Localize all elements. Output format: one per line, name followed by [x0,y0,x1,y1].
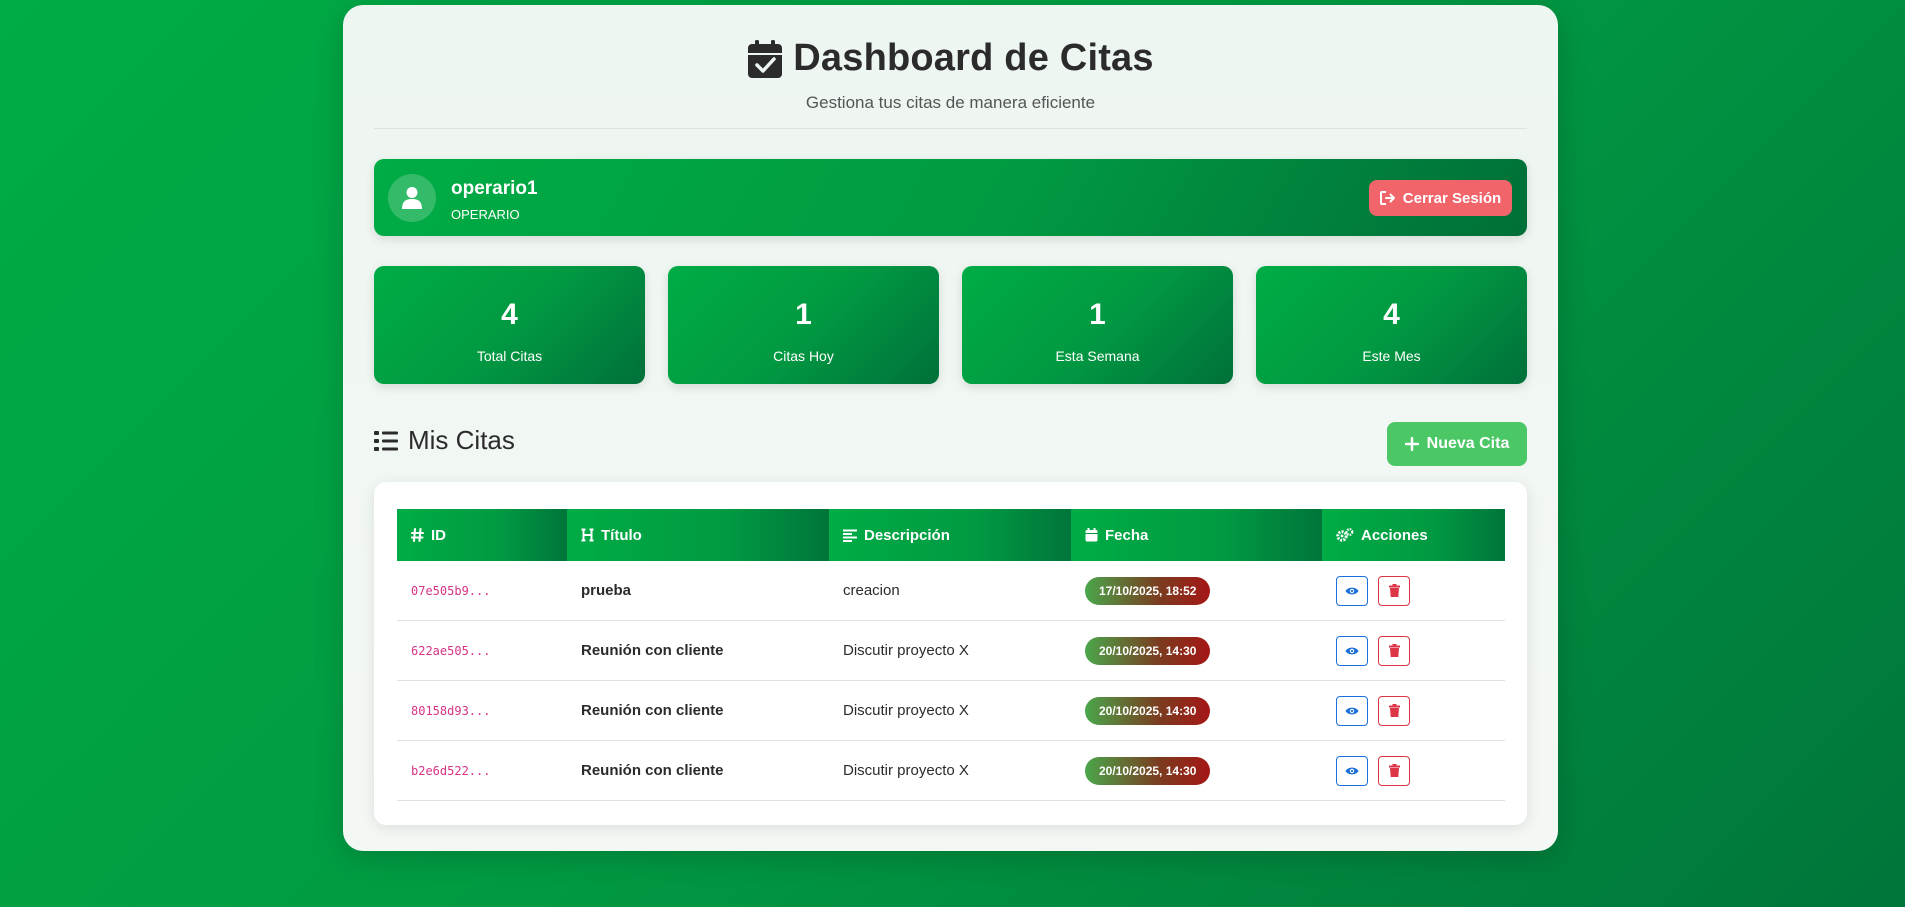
stat-total-citas: 4 Total Citas [374,266,645,384]
cita-acciones [1322,620,1505,681]
stat-label: Esta Semana [1055,348,1140,364]
user-role: OPERARIO [451,207,520,222]
cita-id: 07e505b9... [397,561,567,621]
stat-este-mes: 4 Este Mes [1256,266,1527,384]
cita-id: 80158d93... [397,680,567,741]
table-row: 80158d93... Reunión con cliente Discutir… [397,680,1505,741]
align-left-icon [843,529,857,542]
stat-value: 1 [1089,298,1106,331]
avatar [388,174,436,222]
user-icon [402,187,422,209]
trash-icon [1388,584,1400,597]
list-icon [374,430,398,451]
citas-table: ID Título Descripción Fecha Acciones 07e… [397,509,1505,801]
stat-value: 4 [501,298,518,331]
cita-descripcion: Discutir proyecto X [829,680,1071,741]
stats-row: 4 Total Citas 1 Citas Hoy 1 Esta Semana … [374,266,1527,384]
cita-id: b2e6d522... [397,740,567,801]
stat-label: Citas Hoy [773,348,834,364]
hashtag-icon [411,528,424,542]
date-badge: 17/10/2025, 18:52 [1085,576,1211,605]
new-cita-button[interactable]: Nueva Cita [1387,422,1527,466]
table-row: 622ae505... Reunión con cliente Discutir… [397,620,1505,681]
section-title-text: Mis Citas [408,425,515,455]
cita-descripcion: Discutir proyecto X [829,620,1071,681]
cita-descripcion: creacion [829,561,1071,621]
cita-acciones [1322,680,1505,741]
delete-button[interactable] [1378,755,1410,786]
column-header-id[interactable]: ID [397,509,567,561]
column-header-descripcion[interactable]: Descripción [829,509,1071,561]
user-name: operario1 [451,178,538,199]
table-row: b2e6d522... Reunión con cliente Discutir… [397,740,1505,801]
trash-icon [1388,764,1400,777]
cita-id: 622ae505... [397,620,567,681]
sign-out-icon [1379,191,1395,205]
trash-icon [1388,704,1400,717]
view-button[interactable] [1336,575,1368,606]
stat-value: 1 [795,298,812,331]
table-header-row: ID Título Descripción Fecha Acciones [397,509,1505,561]
new-cita-label: Nueva Cita [1426,435,1510,452]
plus-icon [1404,437,1419,451]
stat-esta-semana: 1 Esta Semana [962,266,1233,384]
column-header-acciones[interactable]: Acciones [1322,509,1505,561]
delete-button[interactable] [1378,635,1410,666]
date-badge: 20/10/2025, 14:30 [1085,636,1211,665]
view-button[interactable] [1336,755,1368,786]
logout-label: Cerrar Sesión [1402,189,1502,207]
trash-icon [1388,644,1400,657]
column-label: ID [431,526,446,544]
stat-label: Este Mes [1362,348,1421,364]
delete-button[interactable] [1378,575,1410,606]
title-row: Dashboard de Citas [374,37,1527,80]
stat-citas-hoy: 1 Citas Hoy [668,266,939,384]
eye-icon [1345,587,1359,594]
date-badge: 20/10/2025, 14:30 [1085,696,1211,725]
calendar-check-icon [748,39,783,78]
column-label: Acciones [1361,526,1428,544]
cita-titulo: Reunión con cliente [567,680,829,741]
cita-acciones [1322,561,1505,621]
eye-icon [1345,767,1359,774]
view-button[interactable] [1336,635,1368,666]
cita-titulo: Reunión con cliente [567,740,829,801]
column-label: Descripción [864,526,950,544]
eye-icon [1345,647,1359,654]
page-subtitle: Gestiona tus citas de manera eficiente [805,93,1096,112]
column-header-titulo[interactable]: Título [567,509,829,561]
column-label: Título [601,526,642,544]
logout-button[interactable]: Cerrar Sesión [1369,180,1512,216]
table-row: 07e505b9... prueba creacion 17/10/2025, … [397,561,1505,621]
date-badge: 20/10/2025, 14:30 [1085,756,1211,785]
cita-fecha-cell: 17/10/2025, 18:52 [1071,561,1322,621]
cita-fecha-cell: 20/10/2025, 14:30 [1071,620,1322,681]
section-title: Mis Citas [374,425,515,456]
cita-titulo: Reunión con cliente [567,620,829,681]
column-header-fecha[interactable]: Fecha [1071,509,1322,561]
page-title: Dashboard de Citas [793,37,1154,79]
delete-button[interactable] [1378,695,1410,726]
dashboard-card: Dashboard de Citas Gestiona tus citas de… [343,5,1558,851]
heading-icon [581,528,594,542]
user-bar: operario1 OPERARIO Cerrar Sesión [374,159,1527,236]
citas-table-card: ID Título Descripción Fecha Acciones 07e… [374,482,1527,825]
view-button[interactable] [1336,695,1368,726]
cogs-icon [1336,528,1354,542]
calendar-icon [1085,528,1098,542]
cita-fecha-cell: 20/10/2025, 14:30 [1071,740,1322,801]
eye-icon [1345,707,1359,714]
cita-acciones [1322,740,1505,801]
stat-label: Total Citas [476,348,543,364]
cita-fecha-cell: 20/10/2025, 14:30 [1071,680,1322,741]
page-header: Dashboard de Citas Gestiona tus citas de… [374,5,1527,129]
cita-descripcion: Discutir proyecto X [829,740,1071,801]
column-label: Fecha [1105,526,1149,544]
cita-titulo: prueba [567,561,829,621]
stat-value: 4 [1383,298,1400,331]
